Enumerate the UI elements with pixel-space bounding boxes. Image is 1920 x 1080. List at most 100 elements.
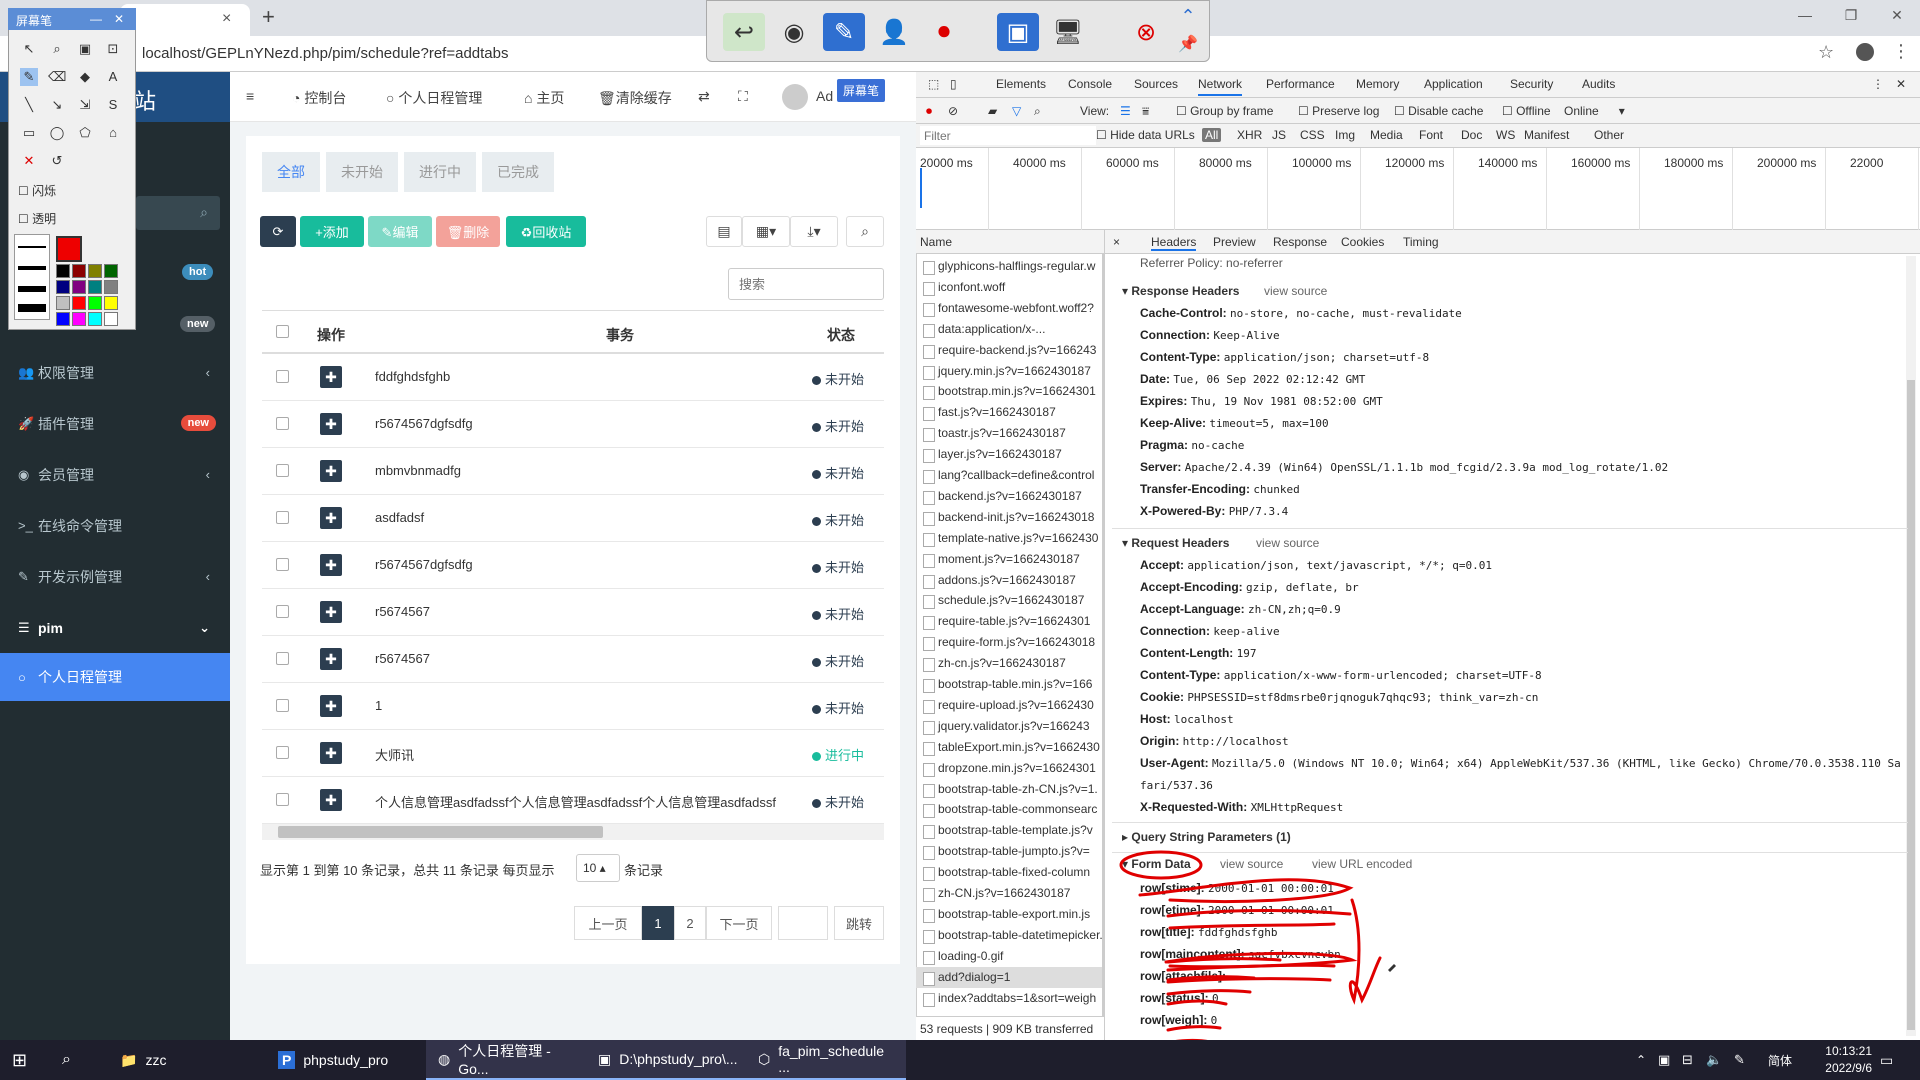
request-item[interactable]: jquery.validator.js?v=166243 xyxy=(916,716,1104,737)
translate-icon[interactable]: ⇄ xyxy=(698,88,710,105)
row-checkbox[interactable] xyxy=(276,746,289,759)
page-2-button[interactable]: 2 xyxy=(674,906,706,940)
eraser-icon[interactable]: ⌫ xyxy=(48,68,66,86)
sidebar-search[interactable]: ⌕ xyxy=(136,196,220,230)
clock[interactable]: 10:13:21 2022/9/6 xyxy=(1825,1043,1872,1077)
screen-pen-titlebar[interactable]: 屏幕笔 — ✕ xyxy=(8,8,136,30)
row-checkbox[interactable] xyxy=(276,652,289,665)
filter-type-img[interactable]: Img xyxy=(1335,128,1355,142)
add-button[interactable]: +添加 xyxy=(300,216,364,247)
close-window-button[interactable]: ✕ xyxy=(1874,0,1920,30)
line-width-medium[interactable] xyxy=(18,266,46,270)
network-timeline[interactable]: 20000 ms 40000 ms 60000 ms 80000 ms 100000 m… xyxy=(916,148,1920,230)
filter-type-css[interactable]: CSS xyxy=(1300,128,1325,142)
minimize-button[interactable]: — xyxy=(1782,0,1828,30)
color-swatch[interactable] xyxy=(88,280,102,294)
table-row[interactable]: ✚ 1 未开始 xyxy=(262,683,884,730)
request-item[interactable]: moment.js?v=1662430187 xyxy=(916,549,1104,570)
form-view-source-link[interactable]: view source xyxy=(1220,857,1283,871)
devtools-menu-icon[interactable]: ⋮ xyxy=(1872,77,1884,91)
response-headers-section[interactable]: ▾ Response Headers xyxy=(1122,284,1239,298)
tab-security[interactable]: Security xyxy=(1510,77,1553,91)
request-item[interactable]: iconfont.woff xyxy=(916,277,1104,298)
row-checkbox[interactable] xyxy=(276,699,289,712)
edit-button[interactable]: ✎编辑 xyxy=(368,216,432,247)
color-swatch[interactable] xyxy=(72,280,86,294)
filter-type-other[interactable]: Other xyxy=(1594,128,1624,142)
restore-button[interactable]: ❐ xyxy=(1828,0,1874,30)
network-icon[interactable]: ⊟ xyxy=(1682,1040,1693,1080)
tray-up-icon[interactable]: ⌃ xyxy=(1636,1040,1646,1080)
device-toggle-icon[interactable]: ▯ xyxy=(950,77,957,91)
color-swatch[interactable] xyxy=(104,264,118,278)
row-checkbox[interactable] xyxy=(276,511,289,524)
request-item[interactable]: index?addtabs=1&sort=weigh xyxy=(916,988,1104,1009)
request-item[interactable]: template-native.js?v=1662430 xyxy=(916,528,1104,549)
request-item[interactable]: addons.js?v=1662430187 xyxy=(916,570,1104,591)
avatar[interactable] xyxy=(782,84,808,110)
collapse-icon[interactable]: ⌃ xyxy=(1173,3,1203,29)
jump-button[interactable]: 跳转 xyxy=(834,906,884,940)
request-item[interactable]: bootstrap-table-datetimepicker.mi xyxy=(916,925,1104,946)
inspect-icon[interactable]: ⬚ xyxy=(928,77,939,91)
expand-icon[interactable]: ✚ xyxy=(320,601,342,623)
color-swatch[interactable] xyxy=(56,264,70,278)
column-header-status[interactable]: 状态 xyxy=(827,325,855,345)
tab-headers[interactable]: Headers xyxy=(1151,235,1197,251)
prev-page-button[interactable]: 上一页 xyxy=(574,906,642,940)
exit-icon[interactable]: ⊗ xyxy=(1125,13,1167,51)
name-column-header[interactable]: Name xyxy=(916,230,1104,254)
search-icon[interactable]: ⌕ xyxy=(62,1040,71,1080)
notifications-icon[interactable]: ▭ xyxy=(1880,1040,1893,1080)
request-item[interactable]: require-backend.js?v=166243 xyxy=(916,340,1104,361)
tab-all[interactable]: 全部 xyxy=(262,152,320,192)
curve-icon[interactable]: S xyxy=(104,96,122,114)
large-rows-icon[interactable]: ☰ xyxy=(1120,104,1131,118)
disable-cache-checkbox[interactable]: ☐ Disable cache xyxy=(1394,104,1483,118)
screenshot-icon[interactable]: ▰ xyxy=(988,104,997,118)
windows-start-icon[interactable]: ⊞ xyxy=(12,1040,27,1080)
menu-toggle-icon[interactable]: ≡ xyxy=(246,88,254,104)
tab-performance[interactable]: Performance xyxy=(1266,77,1335,91)
color-swatch[interactable] xyxy=(72,312,86,326)
fullscreen-icon[interactable]: ⛶ xyxy=(738,88,748,105)
export-icon[interactable]: ⤓▾ xyxy=(790,216,838,247)
arrow-icon[interactable]: ↘ xyxy=(48,96,66,114)
text-icon[interactable]: A xyxy=(104,68,122,86)
presenter-icon[interactable]: 👤 xyxy=(873,13,915,51)
sidebar-item-pim[interactable]: ☰ pim ⌄ xyxy=(0,602,230,653)
fill-icon[interactable]: ◆ xyxy=(76,68,94,86)
color-swatch[interactable] xyxy=(88,312,102,326)
color-swatch[interactable] xyxy=(88,296,102,310)
color-swatch[interactable] xyxy=(72,296,86,310)
flash-option[interactable]: ☐ 闪烁 xyxy=(18,182,56,199)
filter-type-all[interactable]: All xyxy=(1202,128,1222,142)
bookmark-star-icon[interactable]: ☆ xyxy=(1818,42,1834,63)
filter-icon[interactable]: ▽ xyxy=(1012,104,1021,118)
row-checkbox[interactable] xyxy=(276,558,289,571)
request-view-source-link[interactable]: view source xyxy=(1256,536,1319,550)
request-item[interactable]: require-form.js?v=166243018 xyxy=(916,632,1104,653)
response-view-source-link[interactable]: view source xyxy=(1264,284,1327,298)
close-detail-icon[interactable]: × xyxy=(1113,235,1120,249)
tray-icon[interactable]: ▣ xyxy=(1658,1040,1670,1080)
return-icon[interactable]: ↩ xyxy=(723,13,765,51)
color-swatch[interactable] xyxy=(104,280,118,294)
nav-clear-cache[interactable]: 🗑清除缓存 xyxy=(598,88,672,108)
line-width-thin[interactable] xyxy=(18,246,46,248)
color-swatch[interactable] xyxy=(56,296,70,310)
request-item[interactable]: schedule.js?v=1662430187 xyxy=(916,590,1104,611)
expand-icon[interactable]: ✚ xyxy=(320,789,342,811)
request-item[interactable]: require-table.js?v=16624301 xyxy=(916,611,1104,632)
tab-response[interactable]: Response xyxy=(1273,235,1327,249)
tab-network[interactable]: Network xyxy=(1198,77,1243,96)
table-row[interactable]: ✚ r5674567dgfsdfg 未开始 xyxy=(262,401,884,448)
toggle-view-icon[interactable]: ▤ xyxy=(706,216,742,247)
filter-input[interactable] xyxy=(920,126,1096,145)
color-swatch[interactable] xyxy=(56,280,70,294)
request-item[interactable]: jquery.min.js?v=1662430187 xyxy=(916,361,1104,382)
tab-memory[interactable]: Memory xyxy=(1356,77,1399,91)
table-row[interactable]: ✚ fddfghdsfghb 未开始 xyxy=(262,354,884,401)
screenshot-icon[interactable]: ⊡ xyxy=(104,40,122,58)
monitor-icon[interactable]: 🖥 xyxy=(1047,13,1089,51)
